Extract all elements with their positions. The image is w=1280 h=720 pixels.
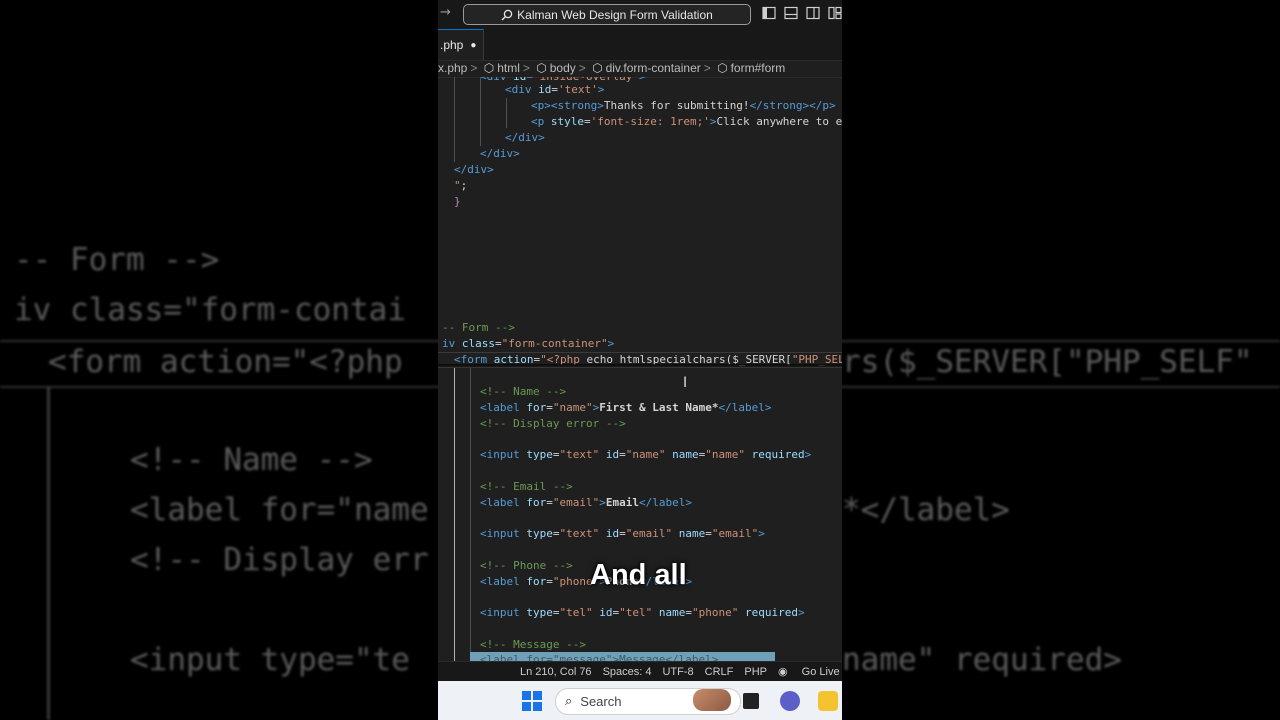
indent-guide xyxy=(470,367,471,661)
breadcrumb-separator: > xyxy=(578,61,586,75)
video-caption: And all xyxy=(590,559,687,591)
code-line: <!-- Phone --> xyxy=(480,559,573,572)
code-line: <p><strong>Thanks for submitting!</stron… xyxy=(531,99,836,112)
bg-line: <!-- Name --> xyxy=(130,442,373,478)
breadcrumb-file[interactable]: x.php xyxy=(438,61,467,75)
breadcrumb-form[interactable]: form#form xyxy=(731,61,786,75)
code-line: <input type="tel" id="tel" name="phone" … xyxy=(480,606,805,619)
panel-bottom-icon[interactable] xyxy=(784,6,798,20)
vscode-window: → Kalman Web Design Form Validation .php… xyxy=(438,0,842,720)
indent-guide xyxy=(454,77,455,162)
indent-guide xyxy=(506,98,507,128)
code-line: } xyxy=(454,195,461,208)
search-highlight-image-icon[interactable] xyxy=(693,689,731,711)
file-explorer-icon[interactable] xyxy=(818,691,838,711)
bg-line: name" required> xyxy=(842,642,1122,678)
code-line: </div> xyxy=(505,131,545,144)
element-icon: ⬡ xyxy=(717,61,728,75)
code-line: <input type="text" id="name" name="name"… xyxy=(480,448,812,461)
indent-guide xyxy=(480,77,481,146)
status-bar: Ln 210, Col 76 Spaces: 4 UTF-8 CRLF PHP … xyxy=(438,661,842,681)
code-line: <div id='text'> xyxy=(505,83,605,96)
bg-line: iv class="form-contai xyxy=(14,292,406,328)
task-view-icon[interactable] xyxy=(743,693,759,709)
title-bar: → Kalman Web Design Form Validation xyxy=(438,0,842,29)
search-icon xyxy=(501,9,513,20)
line-ending[interactable]: CRLF xyxy=(705,666,734,678)
indent-guide xyxy=(454,367,455,661)
code-line: </div> xyxy=(454,163,494,176)
go-live-button[interactable]: ◉ Go Live xyxy=(778,665,842,678)
forward-arrow-icon[interactable]: → xyxy=(440,5,451,20)
breadcrumb: x.php > ⬡ html > ⬡ body > ⬡ div.form-container… xyxy=(438,60,842,78)
editor-tab-bar: .php ● xyxy=(438,29,842,61)
mouse-cursor-icon: I xyxy=(683,375,688,391)
breadcrumb-separator: > xyxy=(703,61,711,75)
layout-controls xyxy=(762,6,842,20)
code-line: <!-- Message --> xyxy=(480,638,586,651)
bg-line: *</label> xyxy=(842,492,1010,528)
element-icon: ⬡ xyxy=(592,61,603,75)
tab-divider xyxy=(483,29,484,60)
breadcrumb-div[interactable]: div.form-container xyxy=(606,61,701,75)
broadcast-icon: ◉ xyxy=(778,666,791,678)
sidebar-left-icon[interactable] xyxy=(762,6,776,20)
code-line: <label for="email">Email</label> xyxy=(480,496,692,509)
breadcrumb-html[interactable]: html xyxy=(497,61,520,75)
cursor-position[interactable]: Ln 210, Col 76 xyxy=(520,666,592,678)
code-line: <!-- Email --> xyxy=(480,480,573,493)
breadcrumb-body[interactable]: body xyxy=(550,61,576,75)
code-line: "; xyxy=(454,179,468,192)
code-line: <label for="message">Message</label> xyxy=(480,653,719,661)
window-title: Kalman Web Design Form Validation xyxy=(517,7,713,22)
language-mode[interactable]: PHP xyxy=(744,666,767,678)
sticky-scroll-line[interactable]: iv class="form-container"> xyxy=(438,336,842,352)
bg-line: <label for="name xyxy=(130,492,429,528)
bg-line: <form action="<?php xyxy=(48,344,403,380)
tab-label: .php xyxy=(440,38,464,52)
encoding[interactable]: UTF-8 xyxy=(662,666,693,678)
search-icon: ⌕ xyxy=(565,694,573,709)
bg-line: <input type="te xyxy=(130,642,410,678)
windows-taskbar: ⌕ Search xyxy=(438,681,842,720)
tab-php-file[interactable]: .php ● xyxy=(438,29,484,60)
windows-start-icon[interactable] xyxy=(522,691,542,711)
indentation[interactable]: Spaces: 4 xyxy=(603,666,652,678)
sidebar-right-icon[interactable] xyxy=(806,6,820,20)
sticky-shadow xyxy=(438,364,842,368)
customize-layout-icon[interactable] xyxy=(828,6,842,20)
element-icon: ⬡ xyxy=(536,61,547,75)
teams-chat-icon[interactable] xyxy=(780,691,800,711)
breadcrumb-separator: > xyxy=(470,61,478,75)
code-line: <!-- Name --> xyxy=(480,385,567,398)
taskbar-search-label: Search xyxy=(580,694,622,709)
command-center-search[interactable]: Kalman Web Design Form Validation xyxy=(463,4,751,25)
element-icon: ⬡ xyxy=(483,61,495,75)
breadcrumb-separator: > xyxy=(522,61,530,75)
bg-line: -- Form --> xyxy=(14,242,220,278)
bg-line: <!-- Display err xyxy=(130,542,429,578)
sticky-scroll-line[interactable]: -- Form --> xyxy=(438,320,842,336)
code-line: <input type="text" id="email" name="emai… xyxy=(480,527,765,540)
code-line: <p style='font-size: 1rem;'>Click anywhe… xyxy=(531,115,842,128)
bg-indent-guide xyxy=(47,386,50,720)
code-line: <label for="name">First & Last Name*</la… xyxy=(480,401,772,414)
code-line: </div> xyxy=(480,147,520,160)
bg-line: rs($_SERVER["PHP_SELF" xyxy=(842,344,1253,380)
unsaved-dot-icon[interactable]: ● xyxy=(470,40,476,51)
code-line: <!-- Display error --> xyxy=(480,417,626,430)
